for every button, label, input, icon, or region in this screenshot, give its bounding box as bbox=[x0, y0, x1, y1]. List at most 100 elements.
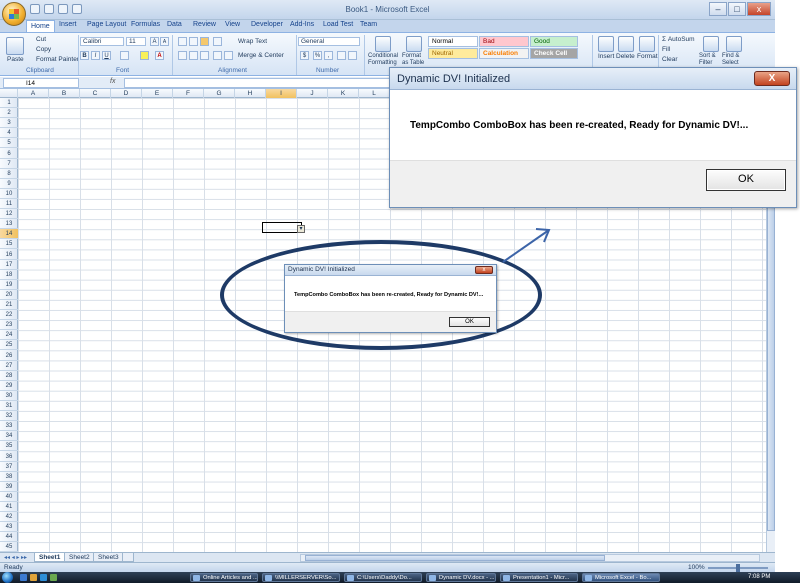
autosum-button[interactable]: Σ AutoSum bbox=[662, 36, 695, 43]
column-header[interactable]: B bbox=[49, 89, 80, 98]
row-header[interactable]: 26 bbox=[0, 351, 18, 361]
delete-cells-button[interactable]: Delete bbox=[616, 53, 635, 60]
close-button[interactable]: x bbox=[747, 2, 771, 16]
style-normal[interactable]: Normal bbox=[428, 36, 478, 47]
style-neutral[interactable]: Neutral bbox=[428, 48, 478, 59]
row-header[interactable]: 2 bbox=[0, 108, 18, 119]
dialog-small-ok-button[interactable]: OK bbox=[449, 317, 490, 327]
align-center-icon[interactable] bbox=[189, 51, 198, 60]
align-left-icon[interactable] bbox=[178, 51, 187, 60]
comma-button[interactable]: , bbox=[324, 51, 333, 60]
decrease-decimal-icon[interactable] bbox=[348, 51, 357, 60]
row-header[interactable]: 9 bbox=[0, 179, 18, 189]
row-header[interactable]: 18 bbox=[0, 270, 18, 280]
quicklaunch-app-icon[interactable] bbox=[50, 574, 57, 581]
office-button[interactable] bbox=[2, 2, 26, 26]
conditional-formatting-button[interactable]: Conditional Formatting bbox=[368, 53, 402, 67]
row-header[interactable]: 14 bbox=[0, 229, 18, 240]
style-bad[interactable]: Bad bbox=[479, 36, 529, 47]
sheet-tab-sheet2[interactable]: Sheet2 bbox=[64, 553, 95, 562]
show-desktop-icon[interactable] bbox=[20, 574, 27, 581]
row-header[interactable]: 36 bbox=[0, 452, 18, 462]
align-bottom-icon[interactable] bbox=[200, 37, 209, 46]
row-header[interactable]: 8 bbox=[0, 169, 18, 179]
row-header[interactable]: 29 bbox=[0, 381, 18, 391]
row-header[interactable]: 21 bbox=[0, 300, 18, 310]
format-painter-button[interactable]: Format Painter bbox=[36, 56, 79, 63]
align-top-icon[interactable] bbox=[178, 37, 187, 46]
fill-button[interactable]: Fill bbox=[662, 46, 670, 53]
tab-developer[interactable]: Developer bbox=[251, 21, 283, 28]
find-select-button[interactable]: Find & Select bbox=[722, 53, 746, 67]
underline-button[interactable]: U bbox=[102, 51, 111, 60]
shrink-font-button[interactable]: A bbox=[160, 37, 169, 46]
row-header[interactable]: 25 bbox=[0, 340, 18, 351]
row-header[interactable]: 28 bbox=[0, 371, 18, 381]
row-header[interactable]: 39 bbox=[0, 482, 18, 492]
row-header[interactable]: 19 bbox=[0, 280, 18, 290]
row-header[interactable]: 44 bbox=[0, 532, 18, 543]
column-header[interactable]: L bbox=[359, 89, 390, 98]
row-header[interactable]: 22 bbox=[0, 310, 18, 321]
active-cell[interactable] bbox=[262, 222, 302, 233]
row-header[interactable]: 45 bbox=[0, 542, 18, 553]
row-header[interactable]: 17 bbox=[0, 260, 18, 270]
row-header[interactable]: 23 bbox=[0, 320, 18, 331]
tab-home[interactable]: Home bbox=[26, 20, 55, 32]
taskbar-item-presentation1[interactable]: Presentation1 - Micr... bbox=[500, 573, 578, 582]
zoom-slider[interactable] bbox=[708, 564, 768, 572]
row-header[interactable]: 4 bbox=[0, 128, 18, 139]
dialog-large-close-button[interactable]: X bbox=[754, 71, 790, 86]
tab-data[interactable]: Data bbox=[167, 21, 182, 28]
wrap-text-button[interactable]: Wrap Text bbox=[238, 38, 267, 45]
increase-indent-icon[interactable] bbox=[224, 51, 233, 60]
currency-button[interactable]: $ bbox=[300, 51, 309, 60]
style-check-cell[interactable]: Check Cell bbox=[530, 48, 578, 59]
column-header[interactable]: H bbox=[235, 89, 266, 98]
row-header[interactable]: 11 bbox=[0, 199, 18, 209]
fill-color-icon[interactable] bbox=[140, 51, 149, 60]
orientation-icon[interactable] bbox=[213, 37, 222, 46]
zoom-level[interactable]: 100% bbox=[688, 564, 705, 571]
tab-load-test[interactable]: Load Test bbox=[323, 21, 353, 28]
delete-cells-icon[interactable] bbox=[618, 36, 634, 52]
tab-insert[interactable]: Insert bbox=[59, 21, 77, 28]
increase-decimal-icon[interactable] bbox=[337, 51, 346, 60]
column-header[interactable]: I bbox=[266, 89, 297, 98]
name-box[interactable]: I14 bbox=[3, 78, 79, 88]
insert-cells-button[interactable]: Insert bbox=[598, 53, 614, 60]
italic-button[interactable]: I bbox=[91, 51, 100, 60]
borders-icon[interactable] bbox=[120, 51, 129, 60]
dialog-large-ok-button[interactable]: OK bbox=[706, 169, 786, 191]
decrease-indent-icon[interactable] bbox=[213, 51, 222, 60]
row-header[interactable]: 15 bbox=[0, 239, 18, 250]
cut-button[interactable]: Cut bbox=[36, 36, 46, 43]
taskbar-item-users-folder[interactable]: C:\Users\Daddy\Do... bbox=[344, 573, 422, 582]
combobox-dropdown-arrow[interactable]: ▾ bbox=[297, 225, 305, 233]
tab-add-ins[interactable]: Add-Ins bbox=[290, 21, 314, 28]
browser-icon[interactable] bbox=[40, 574, 47, 581]
row-header[interactable]: 33 bbox=[0, 421, 18, 432]
row-header[interactable]: 3 bbox=[0, 118, 18, 129]
format-as-table-icon[interactable] bbox=[406, 36, 422, 52]
style-calculation[interactable]: Calculation bbox=[479, 48, 529, 59]
sort-filter-button[interactable]: Sort & Filter bbox=[699, 53, 719, 67]
sort-filter-icon[interactable] bbox=[703, 36, 719, 52]
row-header[interactable]: 37 bbox=[0, 462, 18, 472]
row-header[interactable]: 13 bbox=[0, 219, 18, 230]
minimize-button[interactable]: – bbox=[709, 2, 727, 16]
number-format-select[interactable]: General bbox=[298, 37, 360, 46]
maximize-button[interactable]: □ bbox=[728, 2, 746, 16]
select-all-corner[interactable] bbox=[0, 89, 18, 98]
row-header[interactable]: 20 bbox=[0, 290, 18, 300]
row-header[interactable]: 27 bbox=[0, 361, 18, 371]
copy-button[interactable]: Copy bbox=[36, 46, 51, 53]
merge-center-button[interactable]: Merge & Center bbox=[238, 52, 284, 59]
row-header[interactable]: 12 bbox=[0, 209, 18, 220]
row-header[interactable]: 5 bbox=[0, 138, 18, 149]
bold-button[interactable]: B bbox=[80, 51, 89, 60]
percent-button[interactable]: % bbox=[313, 51, 322, 60]
font-size-select[interactable]: 11 bbox=[126, 37, 146, 46]
font-name-select[interactable]: Calibri bbox=[80, 37, 124, 46]
tab-review[interactable]: Review bbox=[193, 21, 216, 28]
